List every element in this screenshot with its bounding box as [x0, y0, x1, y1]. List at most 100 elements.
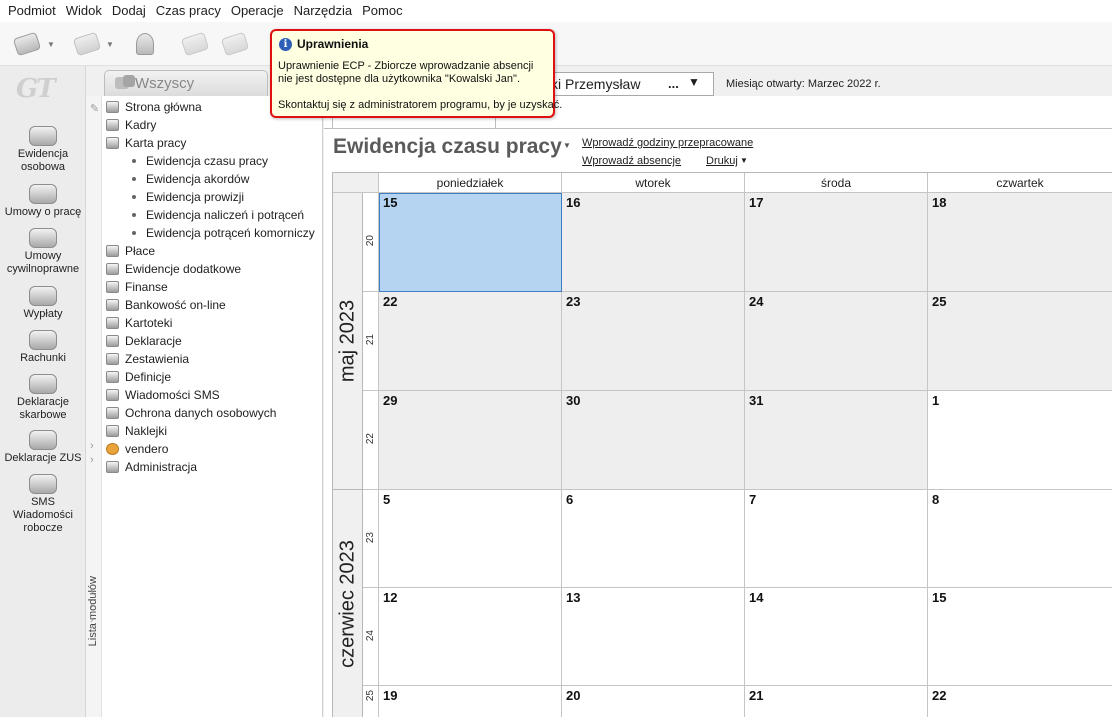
module-ewidencja-akordow[interactable]: Ewidencja akordów — [106, 170, 315, 188]
module-zestawienia[interactable]: Zestawienia — [106, 350, 315, 368]
enter-absence-link[interactable]: Wprowadź absencje — [582, 155, 681, 167]
day-cell[interactable]: 15 — [928, 588, 1112, 686]
day-cell[interactable]: 19 — [379, 686, 562, 717]
day-cell[interactable]: 16 — [562, 193, 745, 292]
month-block: maj 2023 — [333, 193, 363, 490]
day-cell[interactable]: 21 — [745, 686, 928, 717]
day-cell[interactable]: 23 — [562, 292, 745, 391]
chevron-down-icon[interactable]: ▼ — [688, 75, 700, 89]
leftbar-umowy-cywilnoprawne[interactable]: Umowy cywilnoprawne — [0, 228, 86, 276]
print-dropdown-icon[interactable]: ▼ — [740, 156, 748, 165]
module-wiadomosci-sms[interactable]: Wiadomości SMS — [106, 386, 315, 404]
stamp-icon[interactable] — [130, 30, 160, 58]
menu-podmiot[interactable]: Podmiot — [3, 0, 61, 22]
page-title: Ewidencja czasu pracy — [333, 135, 562, 158]
day-cell[interactable]: 29 — [379, 391, 562, 490]
gt-logo: GT — [16, 74, 56, 104]
day-cell[interactable]: 13 — [562, 588, 745, 686]
home-icon — [106, 101, 119, 113]
module-ewidencja-naliczen[interactable]: Ewidencja naliczeń i potrąceń — [106, 206, 315, 224]
day-cell[interactable]: 30 — [562, 391, 745, 490]
module-list-panel: ✎ › › Lista modułów › › › Strona główna … — [86, 96, 323, 717]
month-open-label: Miesiąc otwarty: Marzec 2022 r. — [726, 78, 881, 90]
weekday-header: środa — [745, 173, 928, 193]
tooltip-line: nie jest dostępne dla użytkownika "Kowal… — [278, 73, 520, 85]
module-ewidencja-prowizji[interactable]: Ewidencja prowizji — [106, 188, 315, 206]
day-cell[interactable]: 22 — [379, 292, 562, 391]
nav-forward-icon[interactable] — [72, 30, 102, 58]
module-definicje[interactable]: Definicje — [106, 368, 315, 386]
day-cell[interactable]: 31 — [745, 391, 928, 490]
pin-icon[interactable]: ✎ — [90, 102, 99, 115]
module-vendero[interactable]: vendero — [106, 440, 315, 458]
day-cell[interactable]: 7 — [745, 490, 928, 588]
module-karta-pracy[interactable]: Karta pracy — [106, 134, 315, 152]
month-label: maj 2023 — [336, 299, 358, 383]
module-ewidencja-czasu-pracy[interactable]: Ewidencja czasu pracy — [106, 152, 315, 170]
day-cell[interactable]: 18 — [928, 193, 1112, 292]
module-bankowosc[interactable]: Bankowość on-line — [106, 296, 315, 314]
module-kadry[interactable]: Kadry — [106, 116, 315, 134]
leftbar-ewidencja-osobowa[interactable]: Ewidencja osobowa — [0, 126, 86, 174]
people-icon — [29, 126, 57, 146]
day-cell[interactable]: 5 — [379, 490, 562, 588]
day-cell[interactable]: 12 — [379, 588, 562, 686]
leftbar-deklaracje-skarbowe[interactable]: Deklaracje skarbowe — [0, 374, 86, 422]
sms-icon — [106, 389, 119, 401]
files-icon — [106, 317, 119, 329]
leftbar-wyplaty[interactable]: Wypłaty — [0, 286, 86, 321]
menu-czas-pracy[interactable]: Czas pracy — [151, 0, 226, 22]
day-cell[interactable]: 8 — [928, 490, 1112, 588]
chevron-right-icon[interactable]: › — [90, 440, 94, 452]
definitions-icon — [106, 371, 119, 383]
day-cell[interactable]: 14 — [745, 588, 928, 686]
group-icon-2 — [123, 75, 135, 87]
weekday-header: poniedziałek — [379, 173, 562, 193]
nav-back-icon[interactable] — [12, 30, 42, 58]
menu-dodaj[interactable]: Dodaj — [107, 0, 151, 22]
module-kartoteki[interactable]: Kartoteki — [106, 314, 315, 332]
payroll-icon — [106, 245, 119, 257]
module-place[interactable]: Płace — [106, 242, 315, 260]
day-cell[interactable]: 20 — [562, 686, 745, 717]
chevron-right-icon[interactable]: › — [90, 600, 94, 612]
week-number: 23 — [363, 490, 379, 588]
module-ewidencje-dodatkowe[interactable]: Ewidencje dodatkowe — [106, 260, 315, 278]
chevron-right-icon[interactable]: › — [90, 586, 94, 598]
nav-back-dropdown-icon[interactable]: ▼ — [47, 40, 55, 49]
day-cell[interactable]: 6 — [562, 490, 745, 588]
employee-more-button[interactable]: ... — [668, 76, 679, 91]
title-dropdown-icon[interactable]: ▼ — [563, 141, 571, 150]
module-ochrona-danych[interactable]: Ochrona danych osobowych — [106, 404, 315, 422]
chevron-right-icon[interactable]: › — [90, 614, 94, 626]
leftbar-sms[interactable]: SMS Wiadomości robocze — [0, 474, 86, 535]
print-link[interactable]: Drukuj — [706, 155, 738, 167]
leftbar-umowy-o-prace[interactable]: Umowy o pracę — [0, 184, 86, 219]
leftbar-deklaracje-zus[interactable]: Deklaracje ZUS — [0, 430, 86, 465]
module-deklaracje[interactable]: Deklaracje — [106, 332, 315, 350]
chevron-right-icon[interactable]: › — [90, 454, 94, 466]
nav-forward-dropdown-icon[interactable]: ▼ — [106, 40, 114, 49]
menu-operacje[interactable]: Operacje — [226, 0, 289, 22]
tool-5-icon[interactable] — [220, 30, 250, 58]
filter-tab-wszyscy[interactable]: Wszyscy — [104, 70, 268, 96]
day-cell[interactable]: 17 — [745, 193, 928, 292]
menu-widok[interactable]: Widok — [61, 0, 107, 22]
module-administracja[interactable]: Administracja — [106, 458, 315, 476]
tool-4-icon[interactable] — [180, 30, 210, 58]
menu-narzedzia[interactable]: Narzędzia — [289, 0, 358, 22]
menu-pomoc[interactable]: Pomoc — [357, 0, 407, 22]
module-ewidencja-potracen-komorniczy[interactable]: Ewidencja potrąceń komorniczy — [106, 224, 315, 242]
day-cell[interactable]: 24 — [745, 292, 928, 391]
day-cell[interactable]: 22 — [928, 686, 1112, 717]
toolbar: ▼ ▼ — [0, 22, 1112, 66]
day-cell[interactable]: 15 — [379, 193, 562, 292]
module-naklejki[interactable]: Naklejki — [106, 422, 315, 440]
module-finanse[interactable]: Finanse — [106, 278, 315, 296]
day-cell[interactable]: 1 — [928, 391, 1112, 490]
enter-hours-link[interactable]: Wprowadź godziny przepracowane — [582, 137, 753, 149]
bill-icon — [29, 330, 57, 350]
day-cell[interactable]: 25 — [928, 292, 1112, 391]
month-label: czerwiec 2023 — [336, 539, 358, 668]
leftbar-rachunki[interactable]: Rachunki — [0, 330, 86, 365]
